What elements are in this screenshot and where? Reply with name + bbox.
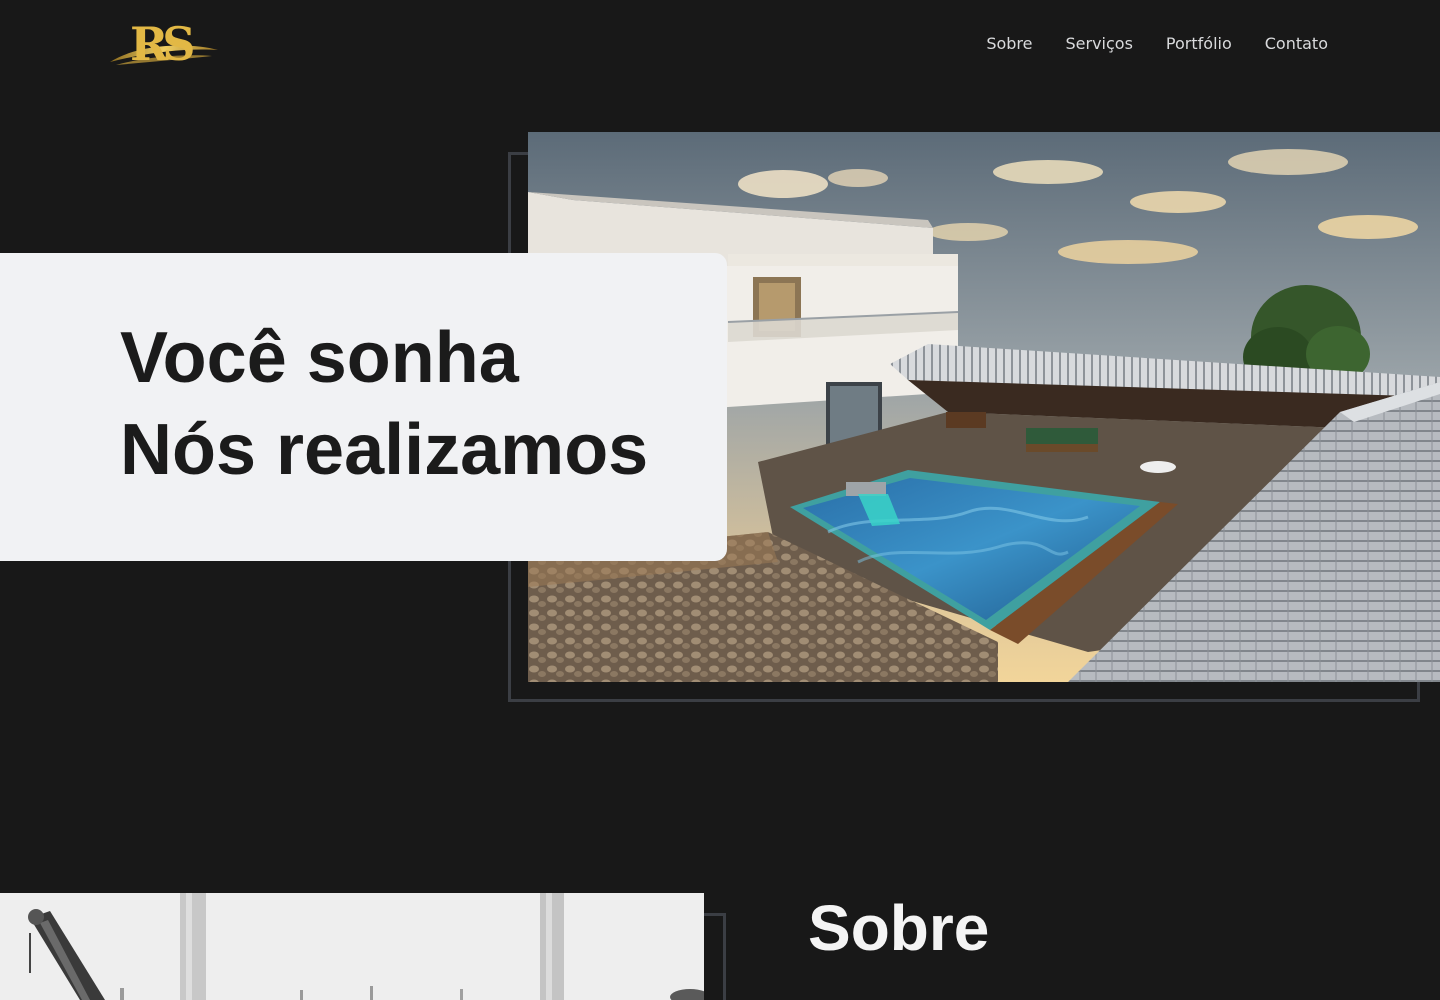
main-nav: Sobre Serviços Portfólio Contato — [986, 33, 1328, 55]
hero-headline-line-1: Você sonha — [120, 318, 519, 398]
about-image — [0, 893, 704, 1000]
nav-link-portfolio[interactable]: Portfólio — [1166, 33, 1232, 55]
nav-link-contato[interactable]: Contato — [1265, 33, 1328, 55]
rs-logo[interactable]: RS — [108, 16, 220, 72]
about-heading: Sobre — [808, 892, 990, 964]
page: RS Sobre Serviços Portfólio Contato Você… — [0, 0, 1440, 1000]
logo-letters: RS — [130, 17, 195, 71]
nav-link-servicos[interactable]: Serviços — [1066, 33, 1133, 55]
nav-link-sobre[interactable]: Sobre — [986, 33, 1032, 55]
construction-photo — [0, 893, 704, 1000]
hero-card: Você sonha Nós realizamos — [0, 253, 727, 561]
hero-headline-line-2: Nós realizamos — [120, 410, 649, 490]
